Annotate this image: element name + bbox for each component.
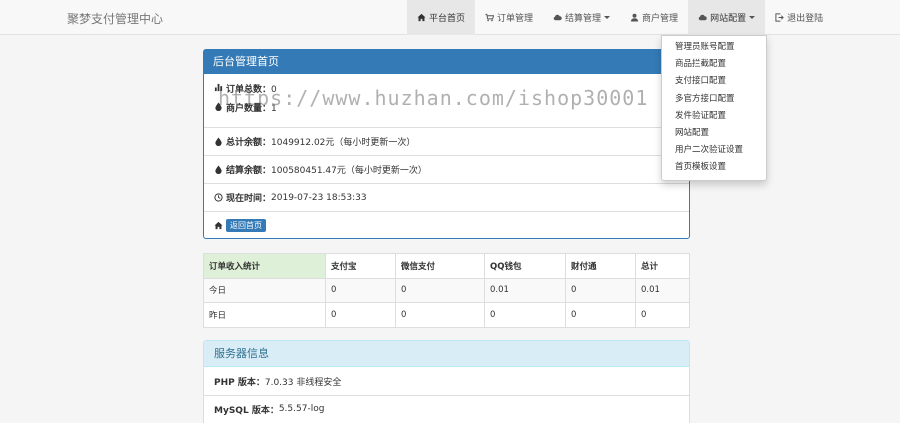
merchant-count-line: 商户数量：1 (214, 101, 277, 114)
table-cell: 今日 (203, 277, 326, 303)
user-icon (630, 13, 639, 22)
nav-settlement[interactable]: 结算管理 (543, 0, 620, 35)
admin-panel-title: 后台管理首页 (204, 50, 689, 74)
table-row: 今日 0 0 0.01 0 0.01 (203, 277, 690, 303)
merchant-count-value: 1 (271, 104, 277, 114)
table-cell: 0 (395, 302, 485, 328)
dropdown-item-multi-official-api[interactable]: 多官方接口配置 (662, 91, 766, 108)
table-cell: 0 (395, 277, 485, 303)
settle-balance-label: 结算余额： (226, 166, 272, 176)
mysql-version-value: 5.5.57-log (278, 404, 325, 414)
order-total-label: 订单总数： (226, 85, 272, 95)
settle-balance-value: 100580451.47元（每小时更新一次） (271, 166, 427, 176)
brand-title[interactable]: 聚梦支付管理中心 (67, 10, 163, 27)
back-home-row: 返回首页 (204, 211, 689, 238)
cloud-icon (698, 13, 707, 22)
mysql-version-label: MySQL 版本： (214, 405, 279, 416)
table-cell: 0 (325, 277, 396, 303)
cloud-icon (553, 13, 562, 22)
table-cell: 昨日 (203, 302, 326, 328)
table-header: 微信支付 (395, 253, 485, 279)
chevron-down-icon (604, 16, 611, 19)
total-balance-row: 总计余额： 1049912.02元（每小时更新一次） (204, 127, 689, 155)
dropdown-item-user-2fa[interactable]: 用户二次验证设置 (662, 142, 766, 159)
nav-orders[interactable]: 订单管理 (475, 0, 543, 35)
drop-icon (214, 137, 223, 146)
current-time-value: 2019-07-23 18:53:33 (271, 192, 367, 203)
table-header: 财付通 (565, 253, 636, 279)
current-time-label: 现在时间： (226, 194, 272, 204)
nav-home-label: 平台首页 (429, 14, 466, 24)
nav-home[interactable]: 平台首页 (407, 0, 476, 35)
table-header: 支付宝 (325, 253, 396, 279)
dropdown-item-admin-account[interactable]: 管理员账号配置 (662, 39, 766, 56)
top-navbar: 聚梦支付管理中心 平台首页 订单管理 结算管理 商户管理 网站配置 退出登陆 (0, 0, 900, 35)
settle-balance-row: 结算余额： 100580451.47元（每小时更新一次） (204, 155, 689, 183)
mysql-version-row: MySQL 版本： 5.5.57-log (204, 395, 689, 422)
table-header: QQ钱包 (484, 253, 566, 279)
table-cell: 0 (484, 302, 566, 328)
php-version-value: 7.0.33 非线程安全 (264, 378, 342, 388)
table-cell: 0 (565, 302, 636, 328)
table-cell: 0 (325, 302, 396, 328)
clock-icon (214, 193, 223, 202)
table-header-row: 订单收入统计 支付宝 微信支付 QQ钱包 财付通 总计 (203, 253, 690, 279)
total-balance-value: 1049912.02元（每小时更新一次） (271, 138, 416, 148)
summary-counts: 订单总数：0 商户数量：1 (204, 75, 689, 121)
nav-site-config[interactable]: 网站配置 (688, 0, 766, 35)
nav-site-config-label: 网站配置 (710, 14, 747, 24)
nav-orders-label: 订单管理 (497, 14, 534, 24)
merchant-count-label: 商户数量： (226, 104, 272, 114)
home-icon (417, 13, 426, 22)
cart-icon (485, 13, 495, 22)
server-info-title: 服务器信息 (204, 341, 689, 367)
table-cell: 0.01 (484, 277, 566, 303)
php-version-label: PHP 版本： (214, 378, 265, 388)
drop-icon (214, 102, 223, 111)
back-home-button[interactable]: 返回首页 (226, 218, 266, 232)
server-info-panel: 服务器信息 PHP 版本： 7.0.33 非线程安全 MySQL 版本： 5.5.5… (203, 340, 690, 423)
nav-merchants[interactable]: 商户管理 (620, 0, 688, 35)
nav-logout-label: 退出登陆 (787, 14, 824, 24)
logout-icon (775, 13, 784, 22)
table-cell: 0.01 (635, 277, 690, 303)
income-stats-table: 订单收入统计 支付宝 微信支付 QQ钱包 财付通 总计 今日 0 0 0.01 … (203, 253, 690, 328)
dropdown-item-site-config[interactable]: 网站配置 (662, 125, 766, 142)
dropdown-item-home-template[interactable]: 首页模板设置 (662, 159, 766, 176)
bar-chart-icon (214, 83, 223, 92)
table-header: 订单收入统计 (203, 253, 326, 279)
current-time-row: 现在时间： 2019-07-23 18:53:33 (204, 183, 689, 211)
total-balance-label: 总计余额： (226, 138, 272, 148)
site-config-dropdown: 管理员账号配置 商品拦截配置 支付接口配置 多官方接口配置 发件验证配置 网站配… (661, 35, 767, 181)
nav-logout[interactable]: 退出登陆 (765, 0, 833, 35)
table-cell: 0 (565, 277, 636, 303)
dropdown-item-mail-verify[interactable]: 发件验证配置 (662, 108, 766, 125)
order-total-line: 订单总数：0 (214, 82, 277, 95)
chevron-down-icon (749, 16, 756, 19)
table-header: 总计 (635, 253, 690, 279)
table-row: 昨日 0 0 0 0 0 (203, 302, 690, 328)
php-version-row: PHP 版本： 7.0.33 非线程安全 (204, 368, 689, 395)
nav-merchants-label: 商户管理 (642, 14, 679, 24)
home-icon (214, 221, 223, 230)
nav-settlement-label: 结算管理 (565, 14, 602, 24)
order-total-value: 0 (271, 85, 277, 95)
admin-home-panel: 后台管理首页 订单总数：0 商户数量：1 总计余额： 1049912.02元（每小… (203, 49, 690, 239)
dropdown-item-payment-api[interactable]: 支付接口配置 (662, 73, 766, 90)
drop-icon (214, 165, 223, 174)
table-cell: 0 (635, 302, 690, 328)
dropdown-item-product-block[interactable]: 商品拦截配置 (662, 56, 766, 73)
main-nav: 平台首页 订单管理 结算管理 商户管理 网站配置 退出登陆 (407, 0, 833, 35)
